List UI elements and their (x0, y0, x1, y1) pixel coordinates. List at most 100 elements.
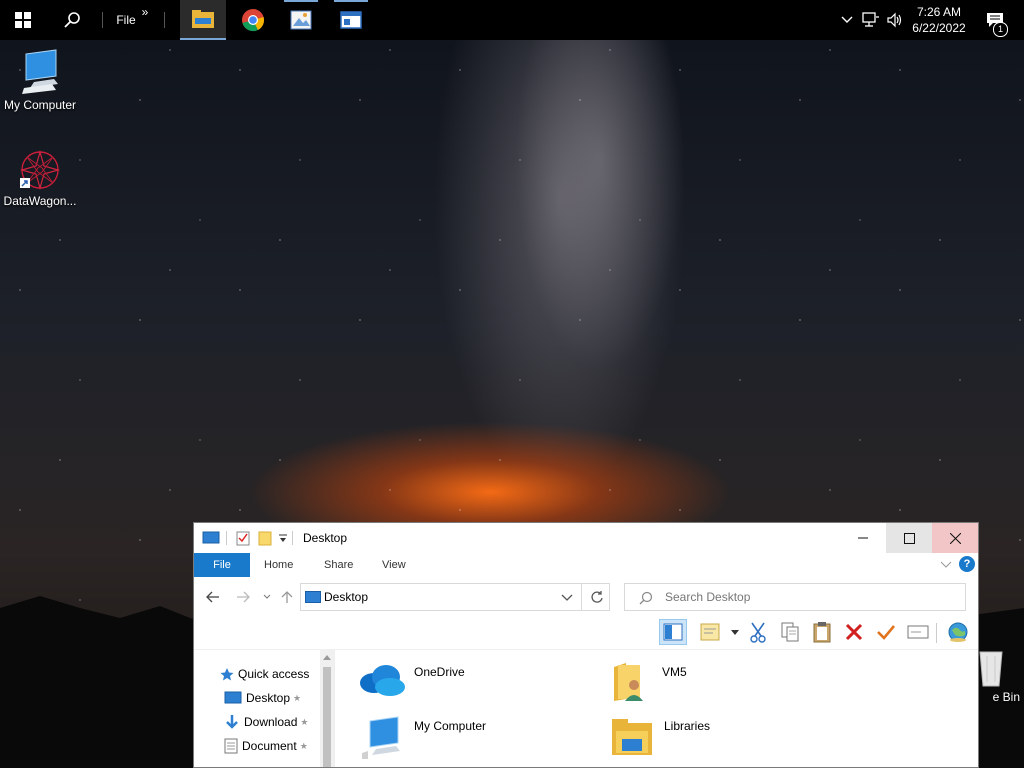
nav-downloads[interactable]: Download ★ (224, 711, 308, 733)
quick-access-dropdown-icon[interactable] (278, 534, 288, 544)
file-explorer-window: Desktop File Home Share View ? Desktop S… (193, 522, 979, 768)
scroll-up-icon[interactable] (320, 651, 334, 663)
search-placeholder: Search Desktop (665, 590, 751, 604)
cut-button[interactable] (744, 619, 772, 645)
datawagon-icon (19, 149, 61, 191)
item-label: OneDrive (414, 665, 465, 679)
desktop-icon-datawagon[interactable]: DataWagon... (0, 148, 80, 208)
toolbar-overflow-chevron[interactable]: » (138, 0, 152, 32)
address-separator (581, 584, 582, 610)
layout-icon (663, 623, 683, 641)
nav-label: Quick access (238, 667, 310, 681)
rename-button[interactable] (904, 619, 932, 645)
item-onedrive[interactable]: OneDrive (356, 661, 465, 711)
nav-label: Document (242, 739, 297, 753)
download-arrow-icon (226, 715, 238, 729)
title-separator (226, 531, 227, 545)
properties-dropdown-icon[interactable] (731, 630, 739, 636)
network-button[interactable] (860, 0, 882, 40)
clock[interactable]: 7:26 AM 6/22/2022 (906, 4, 972, 36)
check-button[interactable] (872, 619, 900, 645)
command-toolbar (194, 615, 978, 650)
help-icon[interactable]: ? (959, 556, 975, 572)
taskbar-file-explorer[interactable] (180, 0, 226, 40)
taskbar-paint[interactable] (278, 0, 324, 40)
minimize-icon (858, 537, 868, 539)
search-box[interactable]: Search Desktop (624, 583, 966, 611)
globe-icon (948, 622, 968, 642)
recycle-bin-icon (979, 651, 1003, 687)
nav-label: Desktop (246, 691, 291, 705)
copy-button[interactable] (776, 619, 804, 645)
scroll-thumb[interactable] (323, 667, 331, 767)
title-bar[interactable]: Desktop (194, 523, 978, 553)
rename-icon (907, 625, 929, 639)
item-vm5[interactable]: VM5 (610, 659, 687, 709)
item-label: Libraries (664, 719, 711, 733)
navigation-pane: Quick access Desktop ★ Download ★ Docume… (194, 649, 335, 767)
pin-icon: ★ (293, 692, 302, 703)
recent-locations-chevron-icon[interactable] (263, 594, 271, 600)
file-list: OneDrive VM5 My Computer Libraries (334, 649, 978, 767)
taskbar-window-app[interactable] (328, 0, 374, 40)
up-arrow-icon[interactable] (281, 590, 293, 604)
show-hidden-icons-button[interactable] (838, 0, 856, 40)
pin-icon: ★ (299, 740, 308, 751)
taskbar-chrome[interactable] (230, 0, 276, 40)
tab-view[interactable]: View (368, 553, 420, 577)
address-bar[interactable]: Desktop (300, 583, 610, 611)
nav-quick-access[interactable]: Quick access (220, 663, 309, 685)
nav-desktop[interactable]: Desktop ★ (224, 687, 301, 709)
tab-home[interactable]: Home (250, 553, 307, 577)
close-icon (949, 532, 961, 544)
start-button[interactable] (0, 0, 46, 40)
close-button[interactable] (932, 523, 978, 553)
address-text: Desktop (324, 590, 369, 604)
window-title: Desktop (303, 531, 348, 545)
chrome-icon (242, 9, 264, 32)
nav-label: Download (244, 715, 298, 729)
minimize-button[interactable] (840, 523, 886, 553)
properties-icon[interactable] (236, 530, 250, 546)
navigation-bar: Desktop Search Desktop (194, 577, 978, 615)
item-label: VM5 (662, 665, 687, 679)
maximize-button[interactable] (886, 523, 932, 553)
refresh-icon[interactable] (590, 590, 604, 604)
new-folder-icon[interactable] (258, 530, 272, 546)
properties-doc-icon (700, 623, 720, 641)
clock-date: 6/22/2022 (912, 21, 966, 35)
chevron-up-icon (841, 16, 853, 23)
toolbar-separator (936, 623, 937, 643)
scissors-icon (750, 622, 766, 643)
volume-button[interactable] (884, 0, 906, 40)
internet-button[interactable] (944, 619, 972, 645)
item-my-computer[interactable]: My Computer (356, 715, 486, 765)
desktop-icon-label: DataWagon... (3, 194, 77, 208)
back-arrow-icon[interactable] (206, 591, 220, 603)
star-icon (220, 668, 234, 681)
notification-badge: 1 (993, 22, 1008, 37)
tab-share[interactable]: Share (310, 553, 367, 577)
nav-documents[interactable]: Document ★ (224, 735, 308, 757)
folder-icon (192, 10, 214, 28)
address-dropdown-icon[interactable] (561, 594, 573, 602)
desktop-icon-label: My Computer (3, 98, 77, 112)
search-button[interactable] (50, 0, 94, 40)
action-center-button[interactable]: 1 (980, 0, 1010, 40)
preview-pane-button[interactable] (659, 619, 687, 645)
expand-ribbon-icon[interactable] (940, 561, 952, 569)
clipboard-icon (813, 622, 831, 643)
item-libraries[interactable]: Libraries (610, 717, 710, 767)
properties-button[interactable] (696, 619, 724, 645)
taskbar-separator (164, 12, 165, 28)
title-separator (292, 531, 293, 545)
tab-file[interactable]: File (194, 553, 250, 577)
desktop-icon-my-computer[interactable]: My Computer (0, 48, 80, 112)
delete-button[interactable] (840, 619, 868, 645)
paste-button[interactable] (808, 619, 836, 645)
onedrive-cloud-icon (360, 665, 405, 696)
paint-icon (290, 10, 312, 30)
pin-icon: ★ (300, 716, 309, 727)
forward-arrow-icon[interactable] (236, 591, 250, 603)
nav-scrollbar[interactable] (320, 649, 334, 767)
